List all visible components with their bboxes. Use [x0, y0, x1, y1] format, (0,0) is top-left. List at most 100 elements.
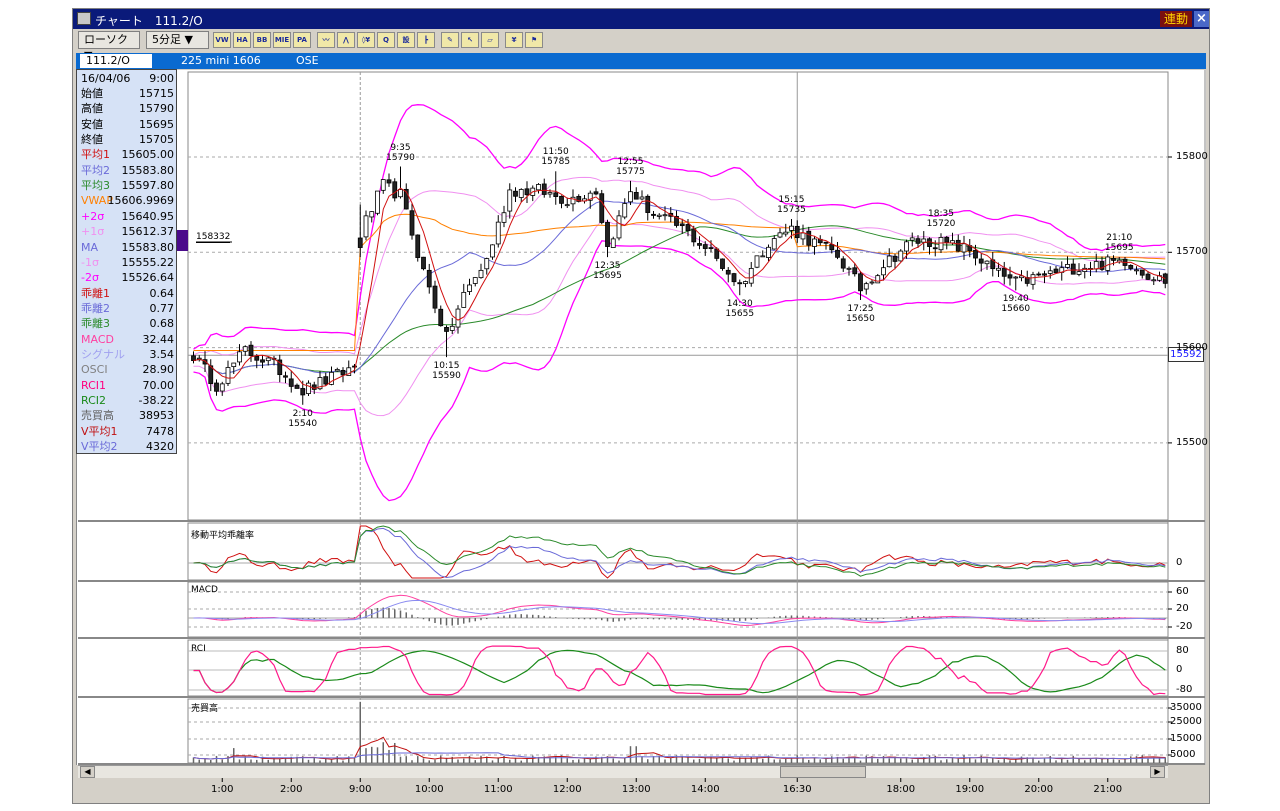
volume-axis-label: 5000 [1170, 749, 1196, 760]
annotation-time: 12:35 [594, 261, 621, 272]
info-row: V平均2 4320 [81, 439, 174, 454]
volume-ma1-line [193, 736, 1166, 760]
annotation-price: 15695 [1104, 243, 1134, 254]
candle [1111, 258, 1116, 261]
info-label: -2σ [81, 271, 99, 285]
candle [421, 256, 426, 270]
info-label: V平均1 [81, 424, 118, 438]
info-value: -38.22 [138, 394, 174, 407]
candle [639, 196, 645, 200]
candle [892, 255, 898, 262]
candle [547, 192, 553, 195]
info-row: RCI1 70.00 [81, 378, 174, 393]
scroll-thumb[interactable] [780, 766, 866, 778]
candle [1134, 269, 1139, 272]
annotation-time: 15:15 [778, 194, 805, 205]
candle [599, 193, 605, 223]
info-row: -1σ 15555.22 [81, 255, 174, 270]
candle [225, 367, 231, 384]
candle [553, 192, 559, 197]
candle [697, 243, 702, 246]
candle [536, 184, 541, 191]
info-value: 3.54 [149, 347, 175, 361]
info-value: 15605.00 [121, 148, 175, 162]
macd-axis-label: 20 [1176, 603, 1189, 614]
info-value: 15583.80 [121, 240, 175, 254]
candle [524, 188, 530, 196]
candle [461, 291, 467, 308]
candle [1030, 274, 1036, 285]
candle [593, 191, 599, 195]
scroll-right-icon[interactable]: ▶ [1150, 766, 1165, 778]
price-axis-label: 15500 [1176, 436, 1208, 448]
candle [771, 238, 777, 250]
info-row: 平均3 15597.80 [81, 178, 174, 193]
candle [812, 238, 817, 247]
candle [909, 237, 915, 241]
candle [334, 369, 340, 372]
candle [214, 382, 219, 392]
candle [426, 269, 432, 288]
marker-label: 158332 [196, 232, 231, 243]
candle [633, 191, 639, 200]
candle [507, 189, 513, 212]
horizontal-scrollbar[interactable]: ◀ ▶ [78, 765, 1168, 778]
candle [616, 215, 622, 239]
info-row: -2σ 15526.64 [81, 270, 174, 285]
candle [490, 244, 495, 258]
scroll-left-icon[interactable]: ◀ [80, 766, 95, 778]
candle [1145, 273, 1151, 280]
candle [748, 268, 754, 284]
volume-pane-title: 売買高 [191, 704, 219, 714]
candle [610, 238, 616, 248]
candle [1036, 273, 1042, 276]
candle [306, 382, 311, 395]
candle [852, 267, 858, 275]
candle [806, 230, 812, 246]
candle [1076, 271, 1082, 275]
info-value: 15640.95 [121, 209, 175, 223]
candle [1105, 256, 1111, 271]
candle [392, 181, 398, 199]
info-row: MA 15583.80 [81, 240, 174, 255]
candle [984, 260, 990, 265]
time-axis-label: 14:00 [690, 784, 720, 795]
info-label: シグナル [81, 347, 125, 361]
info-value: 0.77 [149, 301, 175, 315]
pane-frame [187, 698, 1169, 764]
info-value: 7478 [146, 424, 174, 438]
info-label: 平均1 [81, 148, 110, 162]
deviation3-line [193, 525, 1166, 577]
info-value: 28.90 [142, 363, 175, 377]
info-value: 70.00 [142, 378, 175, 392]
candle [961, 243, 967, 253]
candle [927, 238, 932, 247]
candle [1128, 265, 1134, 269]
volume-ma2-line [193, 752, 1166, 760]
candle [904, 241, 909, 252]
info-row: MACD 32.44 [81, 332, 174, 347]
candle [260, 359, 265, 363]
time-axis-label: 20:00 [1024, 784, 1054, 795]
candle [438, 308, 444, 327]
candle [1093, 261, 1099, 270]
candle [1001, 267, 1007, 277]
candle [766, 246, 771, 259]
candle [685, 224, 691, 232]
candle [605, 222, 610, 247]
candle [858, 273, 863, 292]
candle [846, 267, 852, 270]
info-row: +2σ 15640.95 [81, 209, 174, 224]
candle [559, 195, 564, 204]
info-value: 15790 [139, 102, 174, 116]
candle [472, 277, 478, 284]
info-value: 4320 [146, 440, 174, 454]
candle [789, 225, 794, 231]
info-value: 15597.80 [121, 179, 175, 193]
info-label: +1σ [81, 225, 105, 239]
candle [398, 189, 403, 198]
candle [513, 190, 518, 197]
candle [231, 362, 237, 368]
info-row: V平均1 7478 [81, 424, 174, 439]
candle [731, 273, 737, 283]
